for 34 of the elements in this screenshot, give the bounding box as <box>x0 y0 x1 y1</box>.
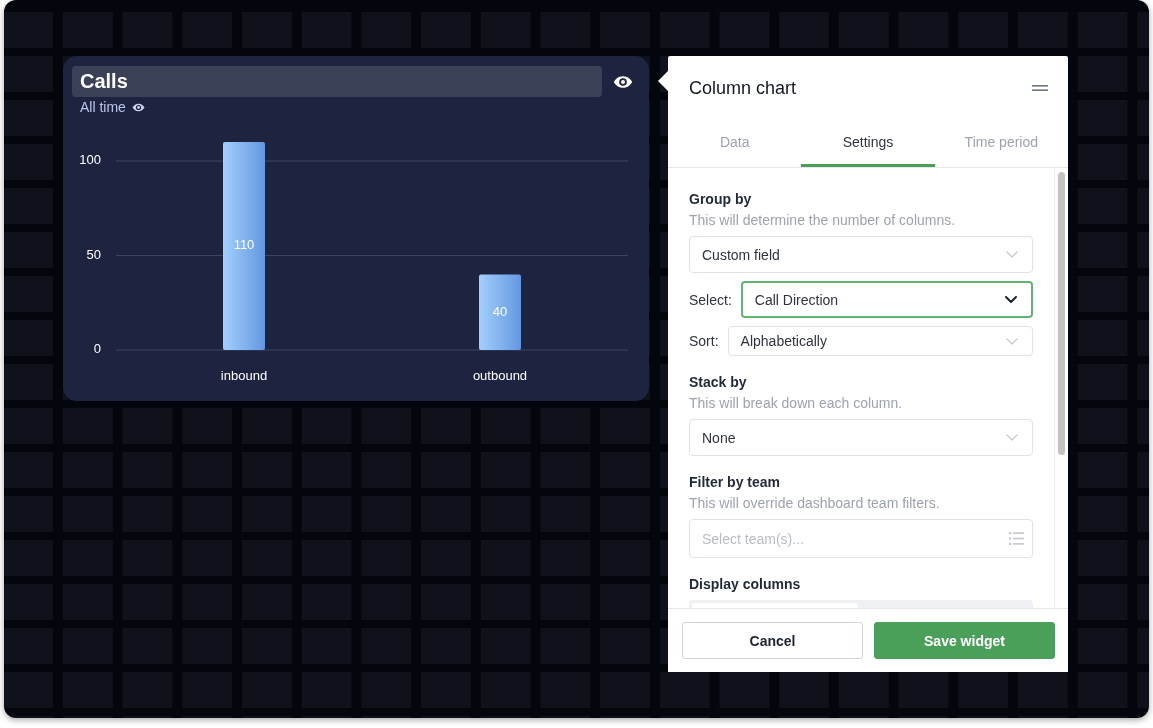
section-heading: Group by <box>689 190 753 208</box>
field-label: Sort: <box>689 332 719 350</box>
eye-icon[interactable] <box>131 102 145 112</box>
axis-tick-label: 0 <box>93 341 101 357</box>
dropdown-field[interactable]: None <box>689 419 1033 456</box>
time-range-label: All time <box>80 98 126 116</box>
scrollbar-thumb[interactable] <box>1058 172 1065 455</box>
chevron-down-icon <box>1006 434 1018 441</box>
section-heading: Display columns <box>689 575 802 593</box>
section-description: This will break down each column. <box>689 394 904 412</box>
list-icon <box>1009 532 1024 545</box>
tab[interactable]: Settings <box>801 116 935 167</box>
section-heading: Stack by <box>689 373 748 391</box>
dropdown-field[interactable]: Alphabetically <box>727 326 1033 356</box>
category-label: outbound <box>472 368 528 384</box>
bar-value-label: 40 <box>492 303 508 319</box>
chevron-down-icon <box>1005 296 1017 303</box>
axis-tick-label: 50 <box>86 246 101 262</box>
title-field[interactable]: Calls <box>72 66 602 97</box>
chevron-down-icon <box>1006 337 1018 345</box>
chevron-down-icon <box>1006 251 1018 258</box>
drag-handle-icon[interactable] <box>1032 85 1048 91</box>
dropdown-field[interactable]: Custom field <box>689 236 1033 273</box>
dropdown-field[interactable]: Call Direction <box>740 281 1033 318</box>
field-label: Select: <box>689 290 732 309</box>
axis-tick-label: 100 <box>79 152 101 168</box>
eye-icon[interactable] <box>613 74 633 89</box>
cancel-button[interactable]: Cancel <box>682 622 863 659</box>
section-description: This will determine the number of columns. <box>689 211 957 229</box>
bar-value-label: 110 <box>233 237 255 253</box>
category-label: inbound <box>220 368 268 384</box>
panel-title: Column chart <box>689 77 797 100</box>
section-heading: Filter by team <box>689 473 782 491</box>
section-description: This will override dashboard team filters. <box>689 494 941 512</box>
